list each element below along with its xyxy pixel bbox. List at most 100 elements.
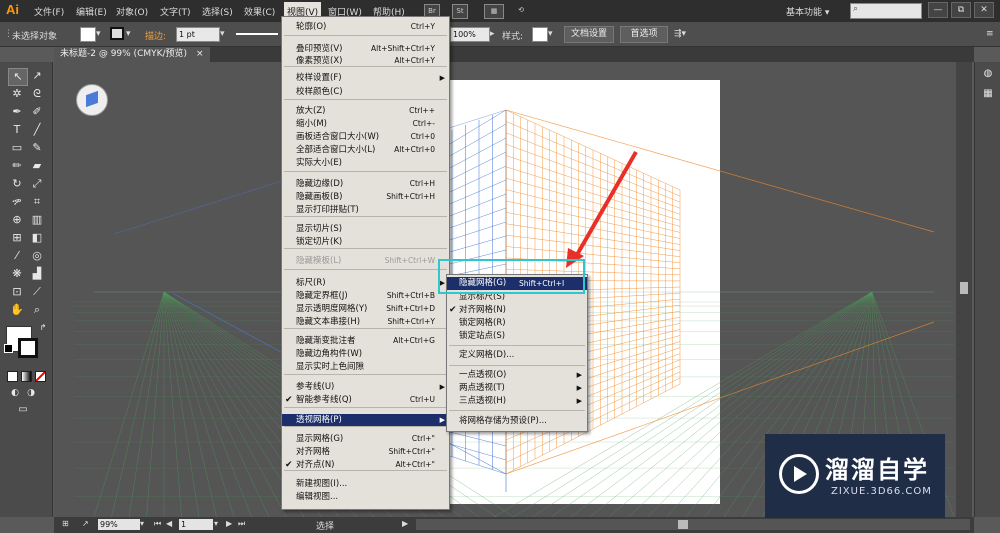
color-panel-icon[interactable]: ◍ <box>979 66 997 82</box>
first-page-icon[interactable]: ⏮ <box>154 519 161 529</box>
stroke-dropdown-icon[interactable]: ▾ <box>126 29 131 39</box>
status-arrow-icon[interactable]: ▶ <box>402 519 408 528</box>
magic-wand-tool-icon[interactable]: ✲ <box>8 86 26 102</box>
view-menu-item[interactable]: 轮廓(O) Ctrl+Y <box>282 21 449 33</box>
swap-colors-icon[interactable]: ↱ <box>34 320 52 336</box>
view-menu-item[interactable]: 隐藏边角构件(W) <box>282 348 449 360</box>
pen-tool-icon[interactable]: ✒ <box>8 104 26 120</box>
next-page-icon[interactable]: ▶ <box>226 519 232 528</box>
symbol-sprayer-tool-icon[interactable]: ❋ <box>8 266 26 282</box>
eraser-tool-icon[interactable]: ▰ <box>28 158 46 174</box>
rectangle-tool-icon[interactable]: ▭ <box>8 140 26 156</box>
export-icon[interactable]: ↗ <box>82 519 89 528</box>
vertical-scroll-thumb[interactable] <box>960 282 968 294</box>
style-dropdown-icon[interactable]: ▾ <box>548 29 553 39</box>
default-colors-icon[interactable] <box>4 344 13 353</box>
view-menu-item[interactable]: 校样颜色(C) <box>282 86 449 98</box>
perspective-menu-item[interactable]: ✔ 对齐网格(N) <box>447 304 587 317</box>
fill-dropdown-icon[interactable]: ▾ <box>96 29 101 39</box>
view-menu-item[interactable]: 叠印预览(V) Alt+Shift+Ctrl+Y <box>282 43 449 55</box>
view-menu-item[interactable]: 缩小(M) Ctrl+- <box>282 118 449 130</box>
view-menu-item[interactable]: 隐藏渐变批注者 Alt+Ctrl+G <box>282 335 449 347</box>
hand-tool-icon[interactable]: ✋ <box>8 302 26 318</box>
page-dropdown-icon[interactable]: ▾ <box>214 519 218 528</box>
prev-page-icon[interactable]: ◀ <box>166 519 172 528</box>
layers-panel-icon[interactable]: ▦ <box>979 86 997 102</box>
vertical-scrollbar[interactable] <box>956 62 972 517</box>
view-menu-item[interactable]: 显示实时上色间隙 <box>282 361 449 373</box>
gradient-mode-icon[interactable] <box>21 371 32 382</box>
view-menu-item[interactable]: 隐藏画板(B) Shift+Ctrl+H <box>282 191 449 203</box>
view-menu-item[interactable]: 新建视图(I)... <box>282 478 449 490</box>
minimize-button[interactable]: — <box>928 2 948 18</box>
stock-icon[interactable]: St <box>452 4 468 19</box>
view-menu-item[interactable]: 锁定切片(K) <box>282 236 449 248</box>
view-menu-item[interactable]: 参考线(U) ▶ <box>282 381 449 393</box>
sync-icon[interactable]: ⟲ <box>514 4 528 17</box>
pencil-tool-icon[interactable]: ✏ <box>8 158 26 174</box>
status-icon[interactable]: ⊞ <box>62 519 69 528</box>
view-menu-item[interactable]: 显示切片(S) <box>282 223 449 235</box>
eyedropper-tool-icon[interactable]: ⁄ <box>8 248 26 264</box>
view-menu-item[interactable]: ✔ 对齐点(N) Alt+Ctrl+" <box>282 459 449 471</box>
stroke-weight-input[interactable]: 1 pt <box>176 27 220 42</box>
menu-object[interactable]: 对象(O) <box>116 5 148 18</box>
menu-file[interactable]: 文件(F) <box>34 5 64 18</box>
paintbrush-tool-icon[interactable]: ✎ <box>28 140 46 156</box>
arrange-icon[interactable]: ⇶▾ <box>674 29 686 39</box>
view-menu-item[interactable]: 全部适合窗口大小(L) Alt+Ctrl+0 <box>282 144 449 156</box>
horizontal-scroll-thumb[interactable] <box>678 520 688 529</box>
view-menu-item[interactable]: 画板适合窗口大小(W) Ctrl+0 <box>282 131 449 143</box>
perspective-menu-item[interactable]: 锁定网格(R) <box>447 317 587 330</box>
artboard-tool-icon[interactable]: ⊡ <box>8 284 26 300</box>
blend-tool-icon[interactable]: ◎ <box>28 248 46 264</box>
view-menu-item[interactable]: 隐藏文本串接(H) Shift+Ctrl+Y <box>282 316 449 328</box>
warp-tool-icon[interactable]: ዏ <box>8 194 26 210</box>
none-mode-icon[interactable] <box>35 371 46 382</box>
column-graph-tool-icon[interactable]: ▟ <box>28 266 46 282</box>
preferences-button[interactable]: 首选项 <box>620 26 668 43</box>
view-menu-item[interactable]: 编辑视图... <box>282 491 449 503</box>
restore-button[interactable]: ⧉ <box>951 2 971 18</box>
selection-tool-icon[interactable]: ↖ <box>8 68 28 86</box>
stroke-weight-dropdown-icon[interactable]: ▾ <box>220 29 225 39</box>
slice-tool-icon[interactable]: ⟋ <box>28 284 46 300</box>
view-menu-item[interactable]: 显示打印拼贴(T) <box>282 204 449 216</box>
view-menu-item[interactable]: 像素预览(X) Alt+Ctrl+Y <box>282 55 449 67</box>
panel-menu-icon[interactable]: ≡ <box>986 29 994 39</box>
last-page-icon[interactable]: ⏭ <box>238 519 245 529</box>
perspective-menu-item[interactable]: 一点透视(O) ▶ <box>447 369 587 382</box>
perspective-menu-item[interactable]: 将网格存储为预设(P)... <box>447 415 587 428</box>
curvature-tool-icon[interactable]: ✐ <box>28 104 46 120</box>
menu-select[interactable]: 选择(S) <box>202 5 233 18</box>
workspace-switcher[interactable]: 基本功能 ▾ <box>786 5 829 18</box>
view-menu-item[interactable]: 放大(Z) Ctrl++ <box>282 105 449 117</box>
perspective-plane-widget[interactable] <box>76 84 108 116</box>
line-tool-icon[interactable]: ╱ <box>28 122 46 138</box>
view-menu-item[interactable]: 透视网格(P) ▶ <box>282 414 449 426</box>
style-swatch[interactable] <box>532 27 548 42</box>
zoom-dropdown-icon[interactable]: ▾ <box>140 519 144 528</box>
view-menu-item[interactable]: 标尺(R) ▶ <box>282 277 449 289</box>
view-menu-item[interactable]: 显示透明度网格(Y) Shift+Ctrl+D <box>282 303 449 315</box>
lasso-tool-icon[interactable]: ᘓ <box>28 86 46 102</box>
zoom-level-field[interactable]: 99% <box>98 519 140 530</box>
draw-behind-icon[interactable]: ◑ <box>22 385 40 401</box>
shape-builder-tool-icon[interactable]: ⊕ <box>8 212 26 228</box>
view-menu-item[interactable]: 校样设置(F) ▶ <box>282 72 449 84</box>
page-number-field[interactable]: 1 <box>179 519 213 530</box>
screen-mode-icon[interactable]: ▭ <box>14 402 32 418</box>
mesh-tool-icon[interactable]: ⊞ <box>8 230 26 246</box>
perspective-menu-item[interactable]: 锁定站点(S) <box>447 330 587 343</box>
layout-icon[interactable]: ▦ <box>484 4 504 19</box>
perspective-menu-item[interactable]: 两点透视(T) ▶ <box>447 382 587 395</box>
rotate-tool-icon[interactable]: ↻ <box>8 176 26 192</box>
view-menu-item[interactable]: 实际大小(E) <box>282 157 449 169</box>
gradient-tool-icon[interactable]: ◧ <box>28 230 46 246</box>
close-button[interactable]: ✕ <box>974 2 994 18</box>
view-menu-item[interactable]: 隐藏边缘(D) Ctrl+H <box>282 178 449 190</box>
view-menu-item[interactable]: ✔ 智能参考线(Q) Ctrl+U <box>282 394 449 406</box>
free-transform-tool-icon[interactable]: ⌗ <box>28 194 46 210</box>
scale-tool-icon[interactable]: ⤢ <box>28 176 46 192</box>
stroke-swatch[interactable] <box>110 27 124 40</box>
